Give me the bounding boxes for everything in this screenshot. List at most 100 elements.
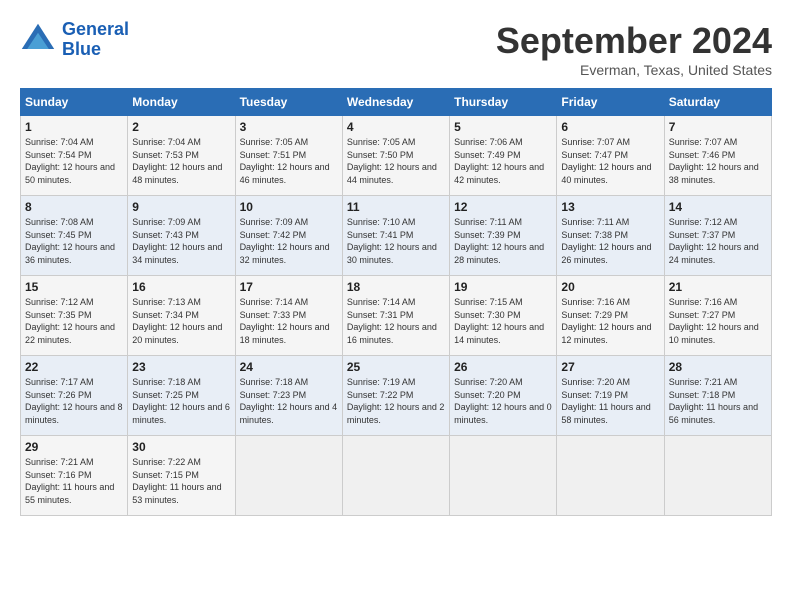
day-info: Sunrise: 7:14 AM Sunset: 7:31 PM Dayligh… (347, 296, 445, 346)
month-title: September 2024 (496, 20, 772, 62)
day-number: 4 (347, 120, 445, 134)
calendar-day-cell: 21 Sunrise: 7:16 AM Sunset: 7:27 PM Dayli… (664, 276, 771, 356)
calendar-day-cell: 2Sunrise: 7:04 AM Sunset: 7:53 PM Daylig… (128, 116, 235, 196)
calendar-day-cell: 30 Sunrise: 7:22 AM Sunset: 7:15 PM Dayli… (128, 436, 235, 516)
day-info: Sunrise: 7:04 AM Sunset: 7:54 PM Dayligh… (25, 136, 123, 186)
day-header-thursday: Thursday (450, 89, 557, 116)
day-number: 30 (132, 440, 230, 454)
day-info: Sunrise: 7:07 AM Sunset: 7:47 PM Dayligh… (561, 136, 659, 186)
day-number: 6 (561, 120, 659, 134)
day-header-wednesday: Wednesday (342, 89, 449, 116)
calendar-day-cell: 13Sunrise: 7:11 AM Sunset: 7:38 PM Dayli… (557, 196, 664, 276)
logo: General Blue (20, 20, 129, 60)
calendar-day-cell: 20 Sunrise: 7:16 AM Sunset: 7:29 PM Dayli… (557, 276, 664, 356)
day-number: 22 (25, 360, 123, 374)
day-header-saturday: Saturday (664, 89, 771, 116)
page-header: General Blue September 2024 Everman, Tex… (20, 20, 772, 78)
day-header-sunday: Sunday (21, 89, 128, 116)
calendar-day-cell: 9Sunrise: 7:09 AM Sunset: 7:43 PM Daylig… (128, 196, 235, 276)
day-number: 11 (347, 200, 445, 214)
calendar-day-cell: 6 Sunrise: 7:07 AM Sunset: 7:47 PM Daylig… (557, 116, 664, 196)
calendar-day-cell: 14 Sunrise: 7:12 AM Sunset: 7:37 PM Dayli… (664, 196, 771, 276)
calendar-week-row: 1 Sunrise: 7:04 AM Sunset: 7:54 PM Daylig… (21, 116, 772, 196)
calendar-day-cell: 27 Sunrise: 7:20 AM Sunset: 7:19 PM Dayli… (557, 356, 664, 436)
day-info: Sunrise: 7:13 AM Sunset: 7:34 PM Dayligh… (132, 296, 230, 346)
day-header-monday: Monday (128, 89, 235, 116)
calendar-day-cell: 23 Sunrise: 7:18 AM Sunset: 7:25 PM Dayli… (128, 356, 235, 436)
title-block: September 2024 Everman, Texas, United St… (496, 20, 772, 78)
calendar-day-cell: 29 Sunrise: 7:21 AM Sunset: 7:16 PM Dayli… (21, 436, 128, 516)
day-number: 12 (454, 200, 552, 214)
calendar-day-cell (450, 436, 557, 516)
calendar-day-cell (557, 436, 664, 516)
day-number: 29 (25, 440, 123, 454)
calendar-week-row: 8Sunrise: 7:08 AM Sunset: 7:45 PM Daylig… (21, 196, 772, 276)
day-number: 3 (240, 120, 338, 134)
day-number: 13 (561, 200, 659, 214)
calendar-day-cell: 10Sunrise: 7:09 AM Sunset: 7:42 PM Dayli… (235, 196, 342, 276)
day-info: Sunrise: 7:16 AM Sunset: 7:27 PM Dayligh… (669, 296, 767, 346)
calendar-day-cell (235, 436, 342, 516)
day-number: 14 (669, 200, 767, 214)
day-header-tuesday: Tuesday (235, 89, 342, 116)
day-number: 27 (561, 360, 659, 374)
calendar-day-cell: 3 Sunrise: 7:05 AM Sunset: 7:51 PM Daylig… (235, 116, 342, 196)
day-number: 18 (347, 280, 445, 294)
day-number: 17 (240, 280, 338, 294)
calendar-week-row: 29 Sunrise: 7:21 AM Sunset: 7:16 PM Dayli… (21, 436, 772, 516)
day-info: Sunrise: 7:22 AM Sunset: 7:15 PM Dayligh… (132, 456, 230, 506)
calendar-day-cell: 17 Sunrise: 7:14 AM Sunset: 7:33 PM Dayli… (235, 276, 342, 356)
day-number: 23 (132, 360, 230, 374)
day-info: Sunrise: 7:10 AM Sunset: 7:41 PM Dayligh… (347, 216, 445, 266)
calendar-day-cell: 12 Sunrise: 7:11 AM Sunset: 7:39 PM Dayli… (450, 196, 557, 276)
day-info: Sunrise: 7:05 AM Sunset: 7:51 PM Dayligh… (240, 136, 338, 186)
calendar-header-row: SundayMondayTuesdayWednesdayThursdayFrid… (21, 89, 772, 116)
day-info: Sunrise: 7:18 AM Sunset: 7:23 PM Dayligh… (240, 376, 338, 426)
calendar-day-cell (664, 436, 771, 516)
logo-icon (20, 22, 56, 58)
calendar-day-cell: 15 Sunrise: 7:12 AM Sunset: 7:35 PM Dayli… (21, 276, 128, 356)
logo-text: General Blue (62, 20, 129, 60)
location-title: Everman, Texas, United States (496, 62, 772, 78)
day-number: 25 (347, 360, 445, 374)
calendar-day-cell (342, 436, 449, 516)
day-info: Sunrise: 7:08 AM Sunset: 7:45 PM Dayligh… (25, 216, 123, 266)
calendar-week-row: 22 Sunrise: 7:17 AM Sunset: 7:26 PM Dayli… (21, 356, 772, 436)
day-info: Sunrise: 7:21 AM Sunset: 7:16 PM Dayligh… (25, 456, 123, 506)
day-info: Sunrise: 7:17 AM Sunset: 7:26 PM Dayligh… (25, 376, 123, 426)
calendar-day-cell: 11 Sunrise: 7:10 AM Sunset: 7:41 PM Dayli… (342, 196, 449, 276)
calendar-day-cell: 22 Sunrise: 7:17 AM Sunset: 7:26 PM Dayli… (21, 356, 128, 436)
calendar-body: 1 Sunrise: 7:04 AM Sunset: 7:54 PM Daylig… (21, 116, 772, 516)
day-number: 26 (454, 360, 552, 374)
day-info: Sunrise: 7:05 AM Sunset: 7:50 PM Dayligh… (347, 136, 445, 186)
day-info: Sunrise: 7:18 AM Sunset: 7:25 PM Dayligh… (132, 376, 230, 426)
day-info: Sunrise: 7:20 AM Sunset: 7:19 PM Dayligh… (561, 376, 659, 426)
day-info: Sunrise: 7:20 AM Sunset: 7:20 PM Dayligh… (454, 376, 552, 426)
day-number: 2 (132, 120, 230, 134)
calendar-day-cell: 28Sunrise: 7:21 AM Sunset: 7:18 PM Dayli… (664, 356, 771, 436)
day-info: Sunrise: 7:11 AM Sunset: 7:39 PM Dayligh… (454, 216, 552, 266)
calendar-day-cell: 24 Sunrise: 7:18 AM Sunset: 7:23 PM Dayli… (235, 356, 342, 436)
day-number: 19 (454, 280, 552, 294)
logo-line1: General (62, 19, 129, 39)
day-info: Sunrise: 7:16 AM Sunset: 7:29 PM Dayligh… (561, 296, 659, 346)
day-number: 7 (669, 120, 767, 134)
day-info: Sunrise: 7:09 AM Sunset: 7:42 PM Dayligh… (240, 216, 338, 266)
calendar-day-cell: 7 Sunrise: 7:07 AM Sunset: 7:46 PM Daylig… (664, 116, 771, 196)
day-number: 1 (25, 120, 123, 134)
day-number: 24 (240, 360, 338, 374)
day-info: Sunrise: 7:15 AM Sunset: 7:30 PM Dayligh… (454, 296, 552, 346)
day-number: 15 (25, 280, 123, 294)
day-info: Sunrise: 7:07 AM Sunset: 7:46 PM Dayligh… (669, 136, 767, 186)
day-info: Sunrise: 7:14 AM Sunset: 7:33 PM Dayligh… (240, 296, 338, 346)
calendar-day-cell: 8Sunrise: 7:08 AM Sunset: 7:45 PM Daylig… (21, 196, 128, 276)
day-number: 20 (561, 280, 659, 294)
day-info: Sunrise: 7:09 AM Sunset: 7:43 PM Dayligh… (132, 216, 230, 266)
day-number: 21 (669, 280, 767, 294)
calendar-day-cell: 19 Sunrise: 7:15 AM Sunset: 7:30 PM Dayli… (450, 276, 557, 356)
calendar-table: SundayMondayTuesdayWednesdayThursdayFrid… (20, 88, 772, 516)
calendar-day-cell: 26 Sunrise: 7:20 AM Sunset: 7:20 PM Dayli… (450, 356, 557, 436)
day-info: Sunrise: 7:12 AM Sunset: 7:35 PM Dayligh… (25, 296, 123, 346)
day-number: 28 (669, 360, 767, 374)
day-info: Sunrise: 7:12 AM Sunset: 7:37 PM Dayligh… (669, 216, 767, 266)
